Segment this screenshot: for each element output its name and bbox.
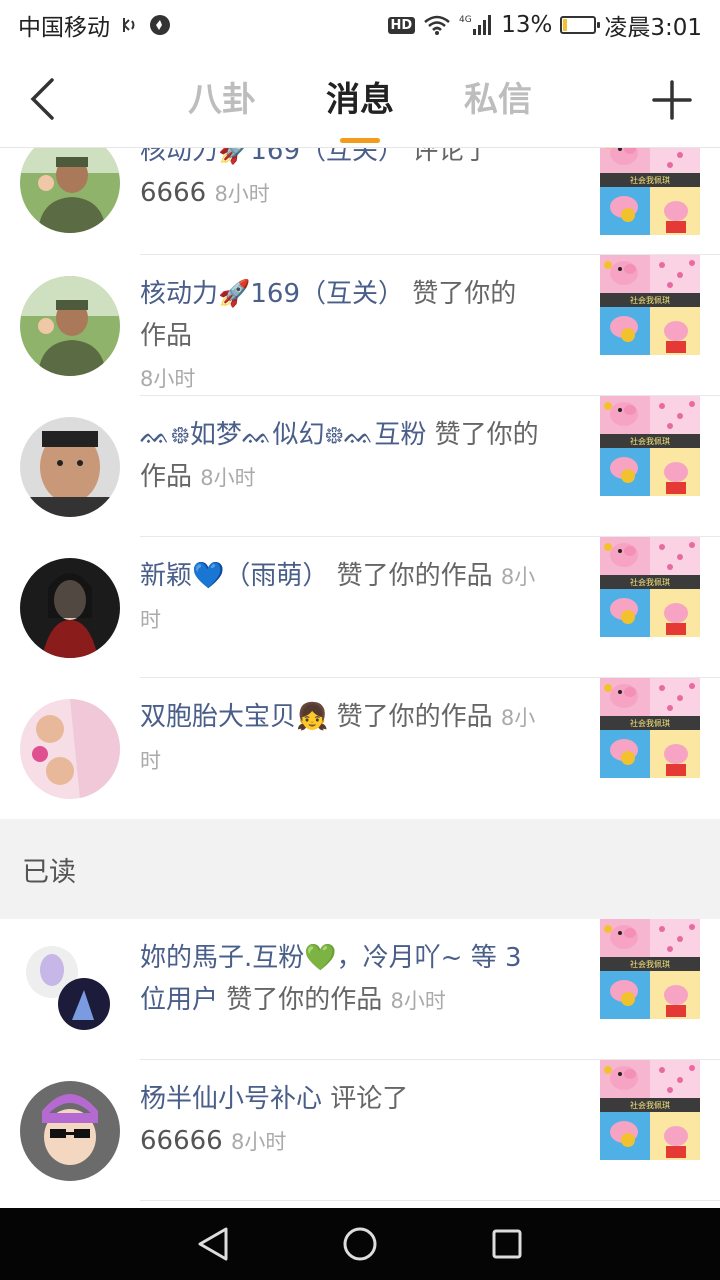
nav-recents-button[interactable]	[484, 1221, 530, 1267]
list-item[interactable]: 新颖💙（雨萌） 赞了你的作品 8小时	[0, 537, 720, 678]
status-bar: 中国移动 HD 4G 13% 凌晨3:01	[0, 0, 720, 50]
avatar[interactable]	[20, 1081, 120, 1181]
tab-private-messages[interactable]: 私信	[464, 72, 532, 127]
list-item-text: 妳的馬子.互粉💚，冷月吖~ 等 3 位用户 赞了你的作品 8小时	[140, 937, 540, 1022]
avatar[interactable]	[20, 417, 120, 517]
message-list: 核动力🚀169（互关） 评论了 6666 8小时 核动力🚀169（互关） 赞了你…	[0, 148, 720, 1208]
tab-messages[interactable]: 消息	[326, 72, 394, 143]
user-name[interactable]: 核动力🚀169（互关）	[140, 279, 404, 309]
list-item-text: 双胞胎大宝贝👧 赞了你的作品 8小时	[140, 696, 540, 782]
avatar[interactable]	[20, 148, 120, 233]
battery-percent: 13%	[501, 12, 553, 38]
nav-back-button[interactable]	[190, 1221, 236, 1267]
timestamp: 8小时	[390, 989, 446, 1013]
timestamp: 8小时	[140, 367, 196, 391]
read-section-header: 已读	[0, 819, 720, 919]
action-text: 评论了	[322, 1084, 409, 1114]
hd-badge: HD	[387, 16, 416, 34]
action-text: 赞了你的作品	[328, 702, 493, 732]
read-section-label: 已读	[22, 856, 76, 888]
post-thumbnail[interactable]	[600, 678, 700, 778]
tab-bar: 八卦 消息 私信	[0, 50, 720, 148]
avatar[interactable]	[20, 276, 120, 376]
clock: 凌晨3:01	[604, 15, 702, 41]
triangle-back-icon	[198, 1227, 228, 1261]
divider	[140, 1200, 720, 1201]
timestamp: 8小时	[200, 466, 256, 490]
comment-content: 66666	[140, 1126, 223, 1156]
action-text: 赞了你的作品	[218, 985, 383, 1015]
network-type-label: 4G	[459, 15, 472, 25]
list-item[interactable]: 核动力🚀169（互关） 评论了 6666 8小时	[0, 148, 720, 255]
user-name[interactable]: 新颖💙（雨萌）	[140, 561, 328, 591]
list-item-text: ᨐ᪥如梦ᨐ似幻᪥ᨐ互粉 赞了你的作品 8小时	[140, 414, 540, 499]
timestamp: 8小时	[230, 1130, 287, 1154]
action-text: 评论了	[404, 148, 491, 166]
top-nav-header: 八卦 消息 私信	[0, 50, 720, 148]
nfc-icon	[118, 14, 140, 36]
list-item-text: 杨半仙小号补心 评论了 66666 8小时	[140, 1078, 540, 1163]
list-item-text: 新颖💙（雨萌） 赞了你的作品 8小时	[140, 555, 540, 641]
post-thumbnail[interactable]	[600, 919, 700, 1019]
plus-icon	[652, 80, 692, 120]
tab-gossip-label: 八卦	[188, 79, 256, 120]
user-name[interactable]: 杨半仙小号补心	[140, 1084, 322, 1114]
timestamp: 8小时	[214, 182, 270, 206]
square-recents-icon	[492, 1229, 522, 1259]
user-name[interactable]: 核动力🚀169（互关）	[140, 148, 404, 166]
avatar-group[interactable]	[20, 940, 120, 1040]
action-text: 赞了你的作品	[328, 561, 493, 591]
list-item[interactable]: 核动力🚀169（互关） 赞了你的作品 8小时	[0, 255, 720, 396]
avatar[interactable]	[20, 699, 120, 799]
post-thumbnail[interactable]	[600, 1060, 700, 1160]
post-thumbnail[interactable]	[600, 255, 700, 355]
list-item-text: 核动力🚀169（互关） 评论了 6666 8小时	[140, 148, 540, 215]
list-item[interactable]: 杨半仙小号补心 评论了 66666 8小时	[0, 1060, 720, 1201]
post-thumbnail[interactable]	[600, 396, 700, 496]
tab-private-messages-label: 私信	[464, 79, 532, 120]
list-item-text: 核动力🚀169（互关） 赞了你的作品 8小时	[140, 273, 540, 400]
user-name[interactable]: 双胞胎大宝贝👧	[140, 702, 328, 732]
signal-icon: 4G	[459, 13, 493, 37]
wifi-icon	[423, 14, 451, 36]
list-item[interactable]: ᨐ᪥如梦ᨐ似幻᪥ᨐ互粉 赞了你的作品 8小时	[0, 396, 720, 537]
circle-home-icon	[343, 1227, 377, 1261]
user-name[interactable]: ᨐ᪥如梦ᨐ似幻᪥ᨐ互粉	[140, 420, 426, 450]
battery-icon	[560, 16, 601, 34]
tab-gossip[interactable]: 八卦	[188, 72, 256, 127]
list-item[interactable]: 双胞胎大宝贝👧 赞了你的作品 8小时	[0, 678, 720, 819]
carrier-label: 中国移动	[18, 15, 110, 41]
post-thumbnail[interactable]	[600, 148, 700, 235]
active-tab-indicator	[340, 137, 380, 143]
comment-content: 6666	[140, 178, 207, 208]
nav-home-button[interactable]	[337, 1221, 383, 1267]
add-button[interactable]	[652, 80, 692, 120]
system-nav-bar	[0, 1208, 720, 1280]
list-item[interactable]: 妳的馬子.互粉💚，冷月吖~ 等 3 位用户 赞了你的作品 8小时	[0, 919, 720, 1060]
post-thumbnail[interactable]	[600, 537, 700, 637]
avatar[interactable]	[20, 558, 120, 658]
app-notification-icon	[148, 13, 172, 37]
tab-messages-label: 消息	[326, 79, 394, 120]
